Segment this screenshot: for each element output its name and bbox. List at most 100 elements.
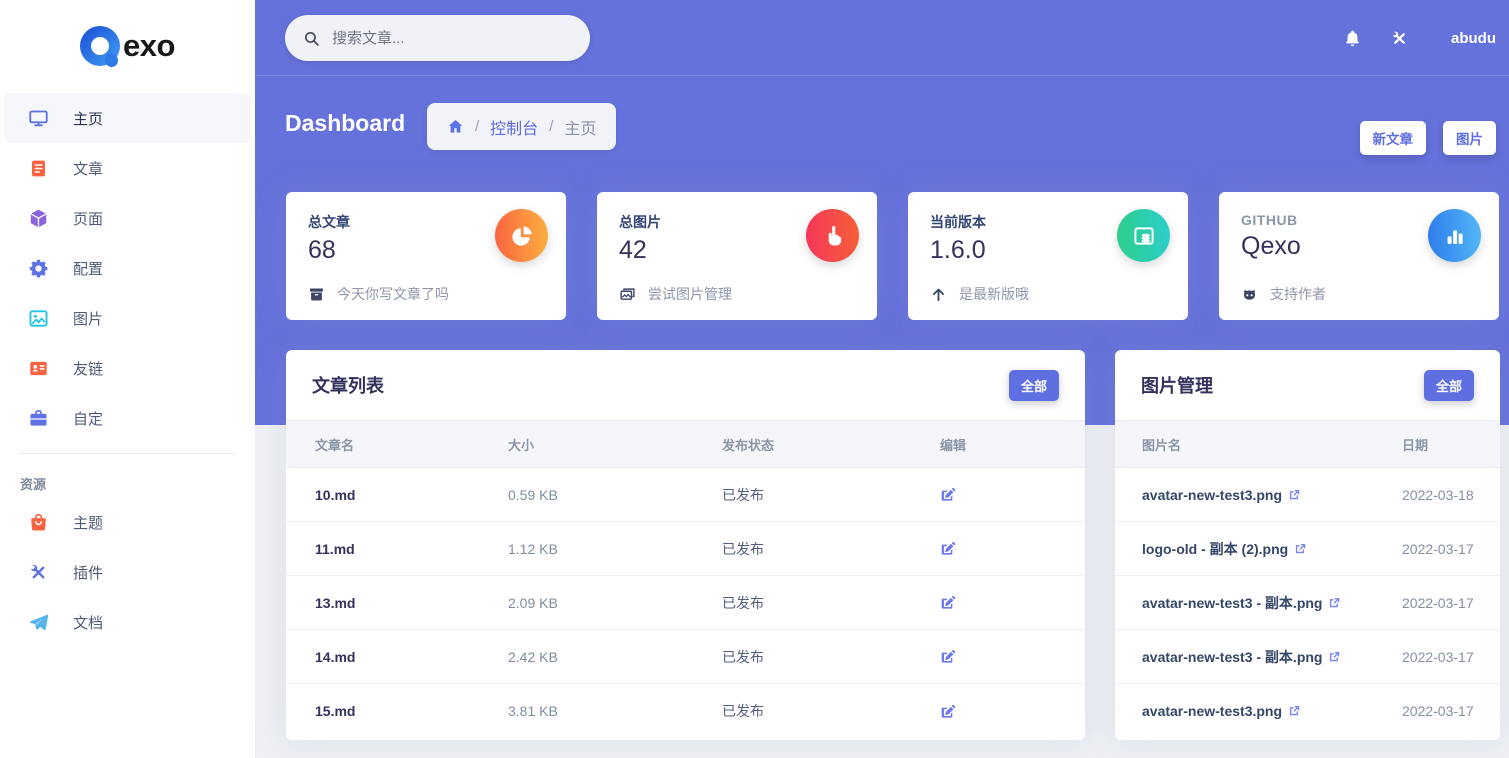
post-size: 2.09 KB	[508, 594, 558, 611]
arrow-up-icon	[930, 286, 947, 303]
image-date: 2022-03-17	[1402, 648, 1474, 665]
external-link-icon[interactable]	[1293, 542, 1307, 556]
sidebar-item-label: 主题	[73, 514, 104, 532]
post-name: 10.md	[315, 486, 356, 503]
table-row: 11.md 1.12 KB 已发布	[286, 522, 1085, 576]
post-size: 0.59 KB	[508, 486, 558, 503]
images-table-header: 图片名 日期	[1115, 420, 1500, 468]
home-icon[interactable]	[447, 118, 464, 135]
qexo-logo-icon	[80, 26, 121, 69]
post-size: 2.42 KB	[508, 648, 558, 665]
edit-icon[interactable]	[940, 594, 957, 611]
external-link-icon[interactable]	[1327, 596, 1341, 610]
main-content: Dashboard / 控制台 / 主页 新文章 图片 总文章 68 今天你写文…	[255, 76, 1509, 758]
image-icon	[28, 308, 49, 329]
sidebar-item-home[interactable]: 主页	[4, 93, 251, 143]
stat-orb	[806, 209, 859, 262]
column-header: 文章名	[315, 437, 355, 453]
shopping-bag-icon	[28, 512, 49, 533]
column-header: 图片名	[1142, 437, 1182, 453]
external-link-icon[interactable]	[1287, 488, 1301, 502]
edit-icon[interactable]	[940, 486, 957, 503]
column-header: 发布状态	[722, 437, 775, 453]
document-icon	[28, 158, 49, 179]
sidebar-item-themes[interactable]: 主题	[0, 497, 255, 547]
sidebar-item-custom[interactable]: 自定	[0, 393, 255, 443]
settings-tools-icon[interactable]	[1390, 29, 1409, 48]
external-link-icon[interactable]	[1287, 704, 1301, 718]
sidebar-item-plugins[interactable]: 插件	[0, 547, 255, 597]
breadcrumb: / 控制台 / 主页	[427, 103, 617, 150]
sidebar-item-label: 文章	[73, 160, 104, 178]
sidebar-item-pages[interactable]: 页面	[0, 193, 255, 243]
image-name[interactable]: avatar-new-test3.png	[1142, 487, 1282, 503]
image-date: 2022-03-18	[1402, 486, 1474, 503]
sidebar-item-config[interactable]: 配置	[0, 243, 255, 293]
sidebar-item-posts[interactable]: 文章	[0, 143, 255, 193]
breadcrumb-console[interactable]: 控制台	[490, 115, 538, 139]
post-status: 已发布	[722, 594, 764, 611]
table-row: 14.md 2.42 KB 已发布	[286, 630, 1085, 684]
stat-caption: 尝试图片管理	[648, 286, 732, 302]
external-link-icon[interactable]	[1327, 650, 1341, 664]
edit-icon[interactable]	[940, 648, 957, 665]
stat-caption[interactable]: 支持作者	[1270, 284, 1326, 304]
stat-orb	[1428, 209, 1481, 262]
sidebar-item-label: 页面	[73, 210, 104, 228]
image-name[interactable]: logo-old - 副本 (2).png	[1142, 539, 1288, 559]
gear-icon	[28, 258, 49, 279]
image-name[interactable]: avatar-new-test3 - 副本.png	[1142, 593, 1322, 613]
image-date: 2022-03-17	[1402, 540, 1474, 557]
stat-caption: 是最新版哦	[959, 286, 1029, 302]
column-header: 日期	[1402, 437, 1429, 453]
breadcrumb-separator: /	[475, 118, 480, 135]
sidebar-item-images[interactable]: 图片	[0, 293, 255, 343]
post-status: 已发布	[722, 648, 764, 665]
post-status: 已发布	[722, 540, 764, 557]
search-input[interactable]	[332, 29, 562, 47]
paper-plane-icon	[28, 612, 49, 633]
image-name[interactable]: avatar-new-test3 - 副本.png	[1142, 647, 1322, 667]
column-header: 编辑	[940, 437, 967, 453]
new-post-button[interactable]: 新文章	[1359, 121, 1426, 155]
post-name: 11.md	[315, 540, 355, 557]
image-name[interactable]: avatar-new-test3.png	[1142, 703, 1282, 719]
sidebar: exo 主页 文章 页面 配置 图片 友链 自定 资源 主题 插件 文档	[0, 0, 255, 758]
stat-card-github: GITHUB Qexo 支持作者	[1219, 192, 1499, 320]
edit-icon[interactable]	[940, 540, 957, 557]
table-row: avatar-new-test3.png 2022-03-18	[1115, 468, 1500, 522]
notifications-bell-icon[interactable]	[1343, 29, 1362, 48]
post-size: 3.81 KB	[508, 703, 558, 719]
articles-table-header: 文章名 大小 发布状态 编辑	[286, 420, 1085, 468]
table-row: avatar-new-test3 - 副本.png 2022-03-17	[1115, 576, 1500, 630]
images-panel-title: 图片管理	[1141, 376, 1213, 396]
coins-icon	[1132, 224, 1156, 248]
post-size: 1.12 KB	[508, 540, 558, 557]
sidebar-item-label: 配置	[73, 260, 104, 278]
sidebar-section-label: 资源	[20, 477, 47, 492]
sidebar-item-friend-links[interactable]: 友链	[0, 343, 255, 393]
sidebar-item-docs[interactable]: 文档	[0, 597, 255, 647]
post-name: 15.md	[315, 703, 356, 719]
table-row: avatar-new-test3.png 2022-03-17	[1115, 684, 1500, 738]
edit-icon[interactable]	[940, 703, 957, 720]
archive-icon	[308, 286, 325, 303]
brand-logo-text: exo	[123, 28, 175, 63]
post-status: 已发布	[722, 703, 764, 719]
column-header: 大小	[508, 437, 535, 453]
images-button[interactable]: 图片	[1443, 121, 1496, 155]
image-date: 2022-03-17	[1402, 703, 1474, 719]
pie-chart-icon	[510, 224, 534, 248]
table-row: 10.md 0.59 KB 已发布	[286, 468, 1085, 522]
username[interactable]: abudu	[1451, 30, 1496, 47]
articles-all-button[interactable]: 全部	[1008, 369, 1059, 401]
briefcase-icon	[28, 408, 49, 429]
stat-card-total-posts: 总文章 68 今天你写文章了吗	[286, 192, 566, 320]
search-bar[interactable]	[285, 15, 590, 61]
images-all-button[interactable]: 全部	[1423, 369, 1474, 401]
github-icon	[1241, 286, 1258, 303]
search-icon	[303, 30, 320, 47]
image-date: 2022-03-17	[1402, 594, 1474, 611]
brand-logo[interactable]: exo	[0, 20, 255, 72]
tools-icon	[28, 562, 49, 583]
